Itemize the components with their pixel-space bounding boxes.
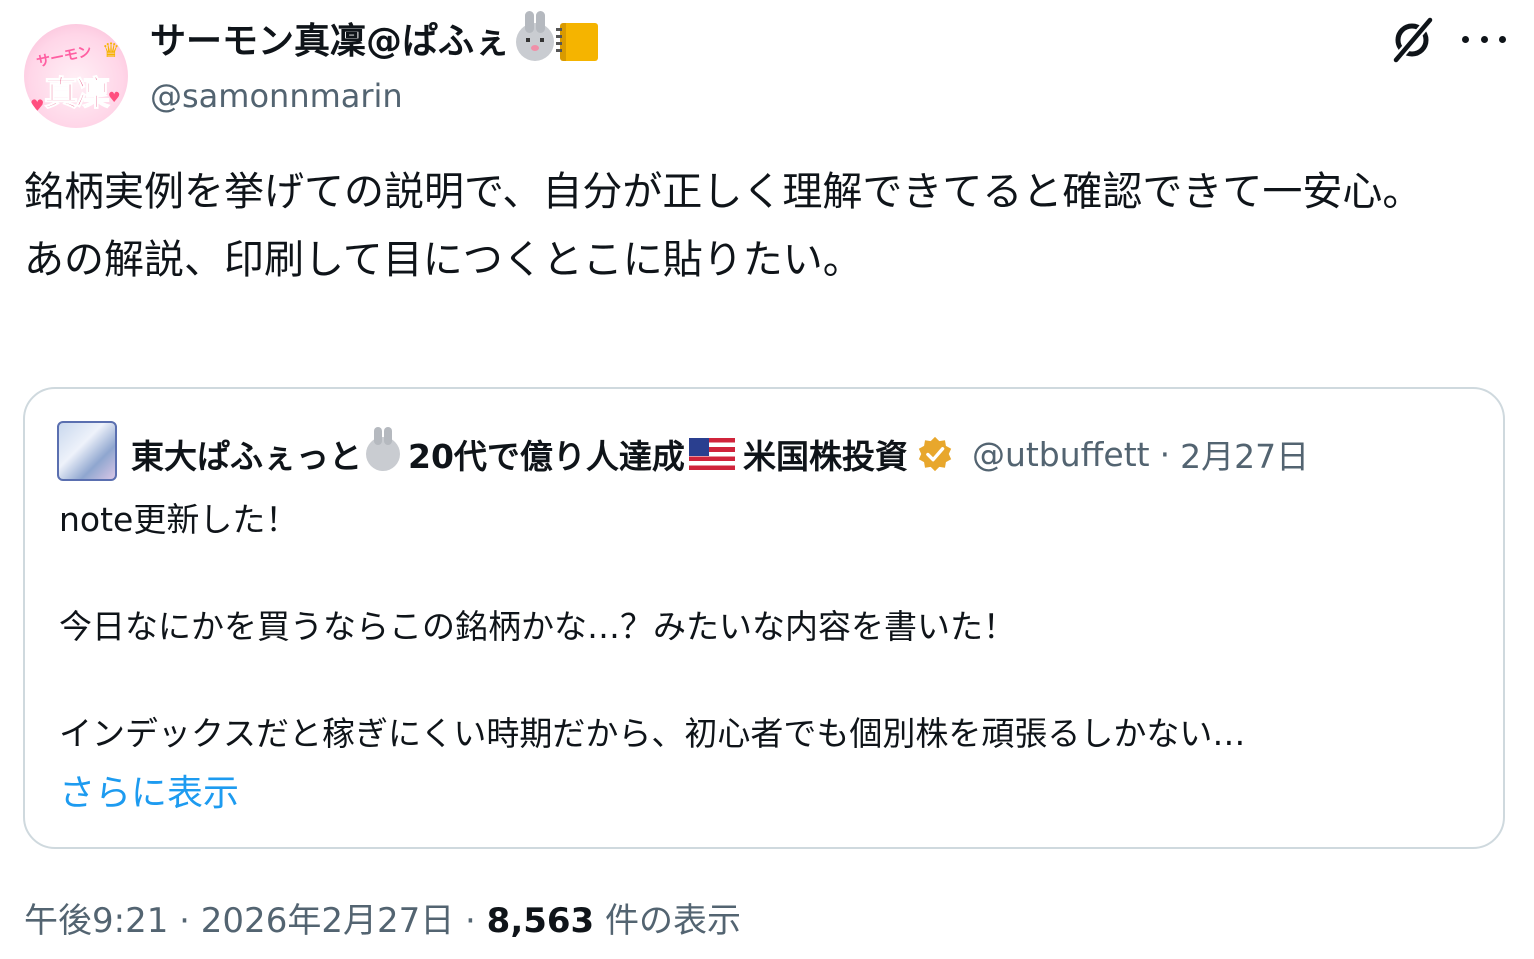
author-avatar[interactable]: サーモン ♛ 真凜 ♥ ♥ xyxy=(24,24,128,128)
quoted-display-name-part2: 20代で億り人達成 xyxy=(408,437,685,476)
heart-icon: ♥ xyxy=(30,96,45,115)
rabbit-emoji-icon xyxy=(516,11,555,61)
avatar-logo-main: 真凜 xyxy=(44,74,111,115)
author-handle[interactable]: @samonnmarin xyxy=(150,74,403,118)
meta-separator: · xyxy=(168,901,201,941)
rabbit-emoji-icon xyxy=(366,427,400,471)
more-icon[interactable] xyxy=(1462,24,1506,54)
views-count[interactable]: 8,563 xyxy=(487,901,595,941)
quoted-date: 2月27日 xyxy=(1180,437,1310,476)
views-label[interactable]: 件の表示 xyxy=(594,901,741,941)
show-more-link[interactable]: さらに表示 xyxy=(59,769,239,819)
tweet-time[interactable]: 午後9:21 xyxy=(24,901,168,941)
quoted-header: 東大ぱふぇっと 20代で億り人達成 米国株投資 @utbuffett · 2月2… xyxy=(131,427,1310,479)
quoted-handle: @utbuffett xyxy=(971,434,1150,474)
notebook-emoji-icon xyxy=(556,23,599,61)
quoted-text: note更新した！ 今日なにかを買うならこの銘柄かな…？みたいな内容を書いた！ … xyxy=(59,500,1246,754)
author-display-name-row[interactable]: サーモン真凜@ぱふぇ xyxy=(150,11,599,66)
meta-separator: · xyxy=(454,901,487,941)
quoted-display-name-part3: 米国株投資 xyxy=(742,437,908,476)
tweet-date[interactable]: 2026年2月27日 xyxy=(201,901,454,941)
verified-badge-icon xyxy=(918,436,952,472)
quoted-display-name: 東大ぱふぇっと xyxy=(131,437,362,476)
tweet-meta: 午後9:21 · 2026年2月27日 · 8,563 件の表示 xyxy=(24,896,741,946)
quoted-tweet[interactable]: 東大ぱふぇっと 20代で億り人達成 米国株投資 @utbuffett · 2月2… xyxy=(23,387,1505,849)
us-flag-icon xyxy=(688,438,735,470)
crown-icon: ♛ xyxy=(102,38,120,62)
author-display-name[interactable]: サーモン真凜@ぱふぇ xyxy=(150,18,510,66)
tweet-text: 銘柄実例を挙げての説明で、自分が正しく理解できてると確認できて一安心。 あの解説… xyxy=(24,169,1423,283)
grok-icon[interactable] xyxy=(1388,16,1436,64)
quoted-author-avatar[interactable] xyxy=(57,421,117,481)
separator-dot: · xyxy=(1159,434,1171,474)
heart-icon: ♥ xyxy=(108,90,121,106)
